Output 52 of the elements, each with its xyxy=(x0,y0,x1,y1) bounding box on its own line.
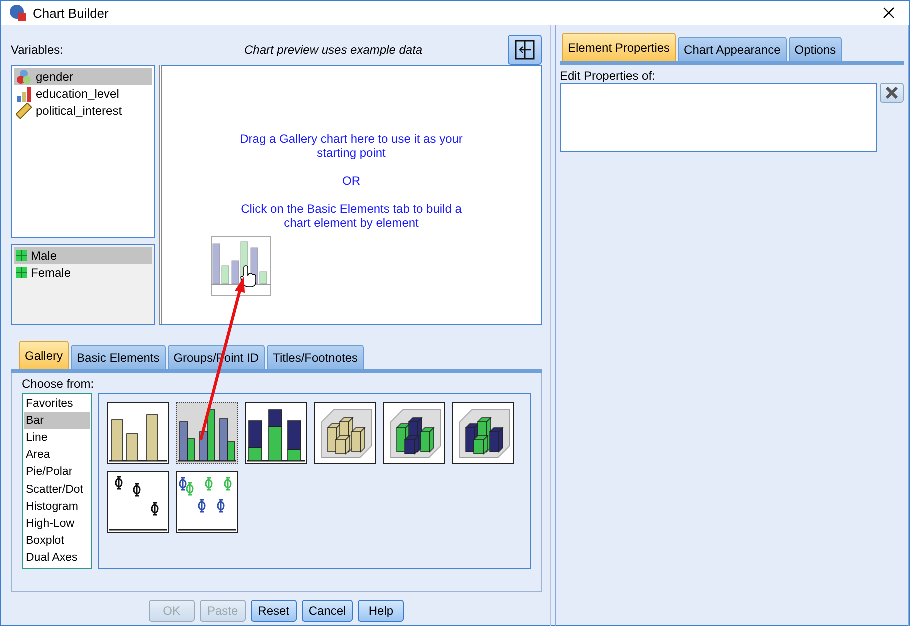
preview-message: Drag a Gallery chart here to use it as your starting point xyxy=(239,132,464,160)
category-icon xyxy=(16,267,27,278)
dialog-button[interactable]: Cancel xyxy=(302,600,354,622)
category-item[interactable]: Female xyxy=(14,264,152,281)
properties-tab[interactable]: Element Properties xyxy=(562,33,676,61)
chart-type-item[interactable]: Scatter/Dot xyxy=(24,481,90,498)
variable-item[interactable]: gender xyxy=(14,68,152,85)
chart-type-item[interactable]: Dual Axes xyxy=(24,550,90,568)
properties-list[interactable] xyxy=(560,83,877,152)
gallery-tab[interactable]: Titles/Footnotes xyxy=(267,345,364,369)
dialog-button[interactable]: Help xyxy=(358,600,404,622)
chart-type-item[interactable]: Area xyxy=(24,446,90,464)
close-icon xyxy=(883,7,895,19)
edit-properties-label: Edit Properties of: xyxy=(560,69,656,83)
export-button[interactable] xyxy=(508,35,542,65)
variables-label: Variables: xyxy=(11,43,64,57)
chart-thumbnail[interactable] xyxy=(314,402,376,464)
chart-thumbnail[interactable] xyxy=(107,402,169,464)
chart-thumbnail[interactable] xyxy=(176,471,238,533)
properties-tab[interactable]: Options xyxy=(788,37,842,61)
preview-caption: Chart preview uses example data xyxy=(243,43,424,57)
bar-chart-icon xyxy=(16,86,32,102)
category-icon xyxy=(16,250,27,261)
chart-type-item[interactable]: Bar xyxy=(24,412,90,430)
chart-thumbnail[interactable] xyxy=(107,471,169,533)
properties-tab[interactable]: Chart Appearance xyxy=(678,37,787,61)
chart-type-item[interactable]: Pie/Polar xyxy=(24,464,90,482)
chart-type-item[interactable]: Boxplot xyxy=(24,532,90,550)
delete-button[interactable] xyxy=(880,83,904,103)
gallery-tab[interactable]: Gallery xyxy=(19,341,70,369)
preview-message: OR xyxy=(342,174,362,188)
chart-type-item[interactable]: Line xyxy=(24,429,90,447)
chart-thumbnail[interactable] xyxy=(383,402,445,464)
category-item[interactable]: Male xyxy=(14,247,152,264)
app-icon xyxy=(9,4,27,22)
window-title: Chart Builder xyxy=(33,6,110,20)
chart-type-item[interactable]: High-Low xyxy=(24,515,90,533)
choose-from-label: Choose from: xyxy=(22,377,96,391)
close-icon xyxy=(885,87,899,99)
chart-thumbnail[interactable] xyxy=(452,402,514,464)
ruler-icon xyxy=(16,102,32,118)
chart-thumbnail[interactable] xyxy=(245,402,307,464)
variable-item[interactable]: political_interest xyxy=(14,102,152,119)
gallery-tab[interactable]: Basic Elements xyxy=(71,345,166,369)
chart-thumbnail[interactable] xyxy=(176,402,238,464)
chart-type-item[interactable]: Histogram xyxy=(24,498,90,516)
preview-message: Click on the Basic Elements tab to build a chart element by element xyxy=(240,202,463,230)
dragged-chart-drawing xyxy=(211,236,271,296)
nominal-icon xyxy=(16,68,32,84)
dialog-button[interactable]: Reset xyxy=(250,600,297,622)
variable-item[interactable]: education_level xyxy=(14,85,152,102)
chart-type-item[interactable]: Favorites xyxy=(24,395,90,412)
